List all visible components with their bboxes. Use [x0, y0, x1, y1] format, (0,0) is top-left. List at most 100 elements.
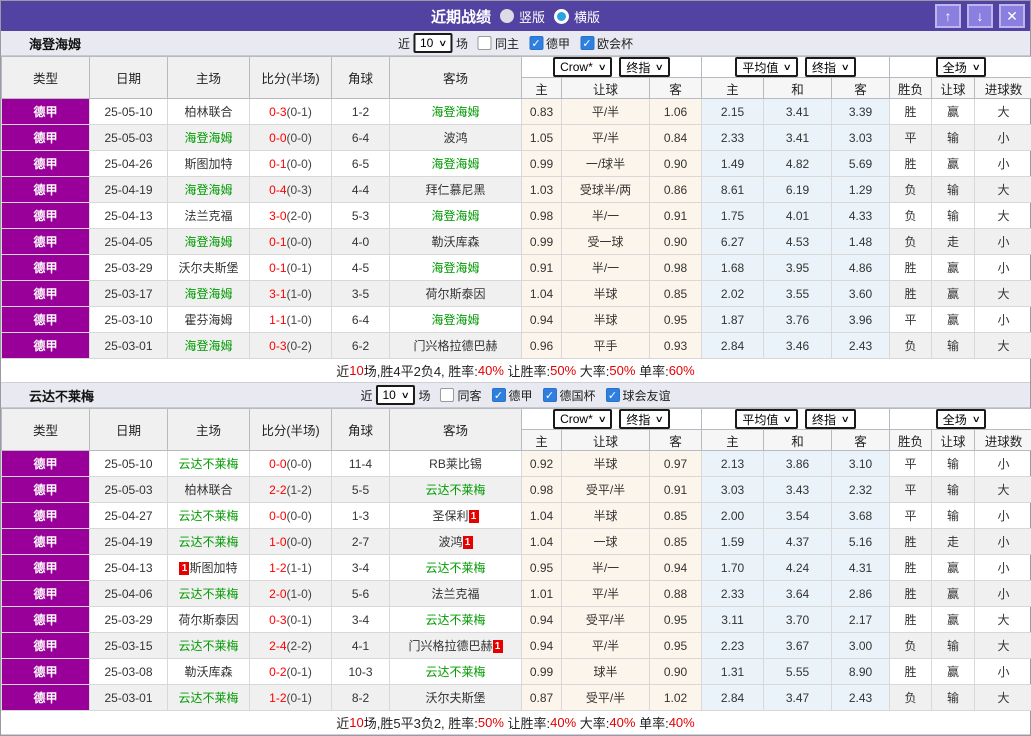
summary-part: 单率:: [635, 361, 668, 380]
odds-time-select[interactable]: 终指∨: [805, 57, 856, 77]
league-checkbox[interactable]: ✓: [580, 36, 594, 50]
odds-time-select[interactable]: 终指∨: [805, 409, 856, 429]
horizontal-radio-icon[interactable]: [554, 9, 569, 24]
score-cell: 0-1(0-0): [250, 229, 332, 255]
europe-away-odds-cell: 3.39: [832, 99, 890, 125]
home-team-cell: 柏林联合: [168, 99, 250, 125]
vertical-radio-icon[interactable]: [500, 9, 514, 23]
away-team-name: 拜仁慕尼黑: [425, 183, 485, 197]
result-cell: 平: [890, 503, 932, 529]
home-team-name: 荷尔斯泰因: [178, 613, 238, 627]
col-europe-draw: 和: [764, 78, 832, 99]
home-team-name: 海登海姆: [184, 287, 232, 301]
score-cell: 1-2(1-1): [250, 555, 332, 581]
result-cell: 负: [890, 685, 932, 711]
home-team-name: 沃尔夫斯堡: [178, 261, 238, 275]
col-corner: 角球: [332, 409, 390, 451]
goals-result-cell: 大: [975, 177, 1031, 203]
match-row: 德甲25-03-10霍芬海姆1-1(1-0)6-4海登海姆0.94半球0.951…: [2, 307, 1031, 333]
europe-draw-odds-cell: 3.64: [764, 581, 832, 607]
same-side-checkbox[interactable]: [478, 36, 492, 50]
league-checkbox[interactable]: ✓: [529, 36, 543, 50]
corner-cell: 5-3: [332, 203, 390, 229]
europe-away-odds-cell: 3.96: [832, 307, 890, 333]
up-button[interactable]: ↑: [935, 4, 961, 28]
odds-time-select[interactable]: 终指∨: [619, 57, 670, 77]
goals-result-cell: 小: [975, 255, 1031, 281]
handicap-line-cell: 半球: [562, 451, 650, 477]
date-cell: 25-05-03: [90, 125, 168, 151]
team-section-bremen: 云达不莱梅 近10∨场同客✓德甲✓德国杯✓球会友谊 类型 日期 主场 比分(半场…: [1, 383, 1030, 735]
europe-draw-odds-cell: 6.19: [764, 177, 832, 203]
match-row: 德甲25-05-10柏林联合0-3(0-1)1-2海登海姆0.83平/半1.06…: [2, 99, 1031, 125]
bookmaker-select[interactable]: Crow*∨: [553, 57, 612, 77]
same-side-checkbox-label: 同客: [457, 387, 481, 404]
result-cell: 平: [890, 307, 932, 333]
period-select[interactable]: 全场∨: [936, 57, 987, 77]
result-cell: 胜: [890, 529, 932, 555]
europe-draw-odds-cell: 3.46: [764, 333, 832, 359]
section-summary: 近10场,胜4平2负4, 胜率:40% 让胜率:50% 大率:50% 单率:60…: [1, 359, 1030, 383]
period-select[interactable]: 全场∨: [936, 409, 987, 429]
close-button[interactable]: ✕: [999, 4, 1025, 28]
handicap-home-odds-cell: 0.94: [522, 633, 562, 659]
recent-count-select[interactable]: 10∨: [375, 385, 415, 405]
average-select[interactable]: 平均值∨: [735, 409, 798, 429]
result-cell: 胜: [890, 281, 932, 307]
europe-away-odds-cell: 3.03: [832, 125, 890, 151]
europe-draw-odds-cell: 4.82: [764, 151, 832, 177]
league-checkbox[interactable]: ✓: [491, 388, 505, 402]
section-summary: 近10场,胜5平3负2, 胜率:50% 让胜率:40% 大率:40% 单率:40…: [1, 711, 1030, 735]
horizontal-layout-option[interactable]: 横版: [554, 7, 600, 26]
europe-away-odds-cell: 2.86: [832, 581, 890, 607]
chevron-down-icon: ∨: [655, 414, 664, 425]
handicap-line-cell: 半球: [562, 307, 650, 333]
odds-time-select[interactable]: 终指∨: [619, 409, 670, 429]
col-handicap-away: 客: [650, 430, 702, 451]
fulltime-score: 0-3: [269, 105, 286, 119]
same-side-checkbox[interactable]: [440, 388, 454, 402]
chevron-down-icon: ∨: [971, 414, 980, 425]
score-cell: 3-1(1-0): [250, 281, 332, 307]
result-cell: 胜: [890, 555, 932, 581]
vertical-layout-option[interactable]: 竖版: [500, 7, 545, 26]
down-button[interactable]: ↓: [967, 4, 993, 28]
europe-draw-odds-cell: 3.95: [764, 255, 832, 281]
home-team-cell: 海登海姆: [168, 125, 250, 151]
handicap-away-odds-cell: 0.95: [650, 607, 702, 633]
halftime-score: (2-2): [287, 639, 312, 653]
average-select[interactable]: 平均值∨: [735, 57, 798, 77]
fulltime-score: 1-1: [269, 313, 286, 327]
handicap-line-cell: 球半: [562, 659, 650, 685]
fulltime-score: 1-2: [269, 561, 286, 575]
league-checkbox[interactable]: ✓: [542, 388, 556, 402]
bookmaker-select[interactable]: Crow*∨: [553, 409, 612, 429]
europe-home-odds-cell: 1.31: [702, 659, 764, 685]
handicap-home-odds-cell: 0.98: [522, 203, 562, 229]
results-table: 类型 日期 主场 比分(半场) 角球 客场 Crow*∨ 终指∨ 平均值: [1, 408, 1031, 711]
halftime-score: (0-1): [287, 665, 312, 679]
home-team-name: 云达不莱梅: [178, 535, 238, 549]
europe-home-odds-cell: 2.13: [702, 451, 764, 477]
league-checkbox-label: 德国杯: [559, 387, 595, 404]
league-checkbox[interactable]: ✓: [606, 388, 620, 402]
summary-part: 50%: [478, 715, 504, 730]
away-team-cell: 门兴格拉德巴赫1: [390, 633, 522, 659]
europe-home-odds-cell: 2.33: [702, 581, 764, 607]
date-cell: 25-03-15: [90, 633, 168, 659]
match-row: 德甲25-03-29沃尔夫斯堡0-1(0-1)4-5海登海姆0.91半/一0.9…: [2, 255, 1031, 281]
league-cell: 德甲: [2, 503, 90, 529]
handicap-home-odds-cell: 0.94: [522, 607, 562, 633]
home-team-name: 海登海姆: [184, 183, 232, 197]
title-bar: 近期战绩 竖版 横版 ↑ ↓ ✕: [1, 1, 1030, 31]
league-checkbox-label: 德甲: [508, 387, 532, 404]
date-cell: 25-03-08: [90, 659, 168, 685]
away-team-name: 圣保利: [432, 509, 468, 523]
home-team-cell: 荷尔斯泰因: [168, 607, 250, 633]
home-team-cell: 云达不莱梅: [168, 529, 250, 555]
date-cell: 25-04-19: [90, 529, 168, 555]
recent-count-select[interactable]: 10∨: [413, 33, 453, 53]
goals-result-cell: 小: [975, 503, 1031, 529]
europe-draw-odds-cell: 3.41: [764, 99, 832, 125]
handicap-away-odds-cell: 1.02: [650, 685, 702, 711]
